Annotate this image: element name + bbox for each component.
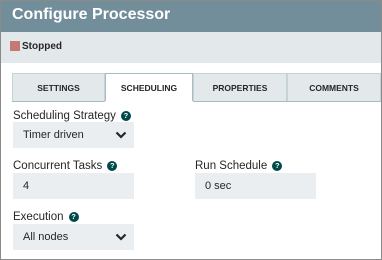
tab-bar: SETTINGS SCHEDULING PROPERTIES COMMENTS (12, 73, 381, 103)
scheduling-strategy-label-text: Scheduling Strategy (13, 110, 116, 122)
tab-scheduling[interactable]: SCHEDULING (105, 73, 193, 103)
help-icon[interactable]: ? (107, 161, 118, 171)
concurrent-tasks-value: 4 (23, 180, 30, 192)
help-icon[interactable]: ? (272, 161, 283, 171)
dialog-title: Configure Processor (12, 6, 171, 23)
tab-settings[interactable]: SETTINGS (12, 73, 105, 102)
help-icon[interactable]: ? (120, 111, 131, 121)
stopped-icon (10, 41, 20, 51)
configure-processor-dialog: Configure Processor Stopped SETTINGS SCH… (0, 0, 382, 260)
concurrent-tasks-input[interactable]: 4 (13, 173, 134, 199)
run-schedule-label: Run Schedule? (195, 159, 283, 173)
tab-comments[interactable]: COMMENTS (287, 73, 381, 102)
scheduling-strategy-select[interactable]: Timer driven (13, 122, 134, 148)
status-bar: Stopped (1, 32, 381, 63)
dialog-header: Configure Processor (1, 1, 381, 32)
chevron-down-icon (115, 233, 127, 241)
scheduling-strategy-value: Timer driven (23, 129, 84, 141)
tab-divider (12, 101, 381, 102)
tab-properties[interactable]: PROPERTIES (193, 73, 287, 102)
execution-select[interactable]: All nodes (13, 224, 134, 250)
active-tab-gap (105, 101, 193, 103)
status-text: Stopped (22, 41, 62, 52)
concurrent-tasks-label: Concurrent Tasks? (13, 159, 118, 173)
execution-value: All nodes (23, 231, 69, 243)
scheduling-strategy-label: Scheduling Strategy? (13, 109, 131, 123)
run-schedule-label-text: Run Schedule (195, 160, 268, 172)
run-schedule-input[interactable]: 0 sec (195, 173, 316, 199)
help-icon[interactable]: ? (68, 212, 79, 222)
chevron-down-icon (115, 131, 127, 139)
execution-label: Execution? (13, 210, 79, 224)
run-schedule-value: 0 sec (205, 180, 232, 192)
concurrent-tasks-label-text: Concurrent Tasks (13, 160, 103, 172)
execution-label-text: Execution (13, 211, 64, 223)
